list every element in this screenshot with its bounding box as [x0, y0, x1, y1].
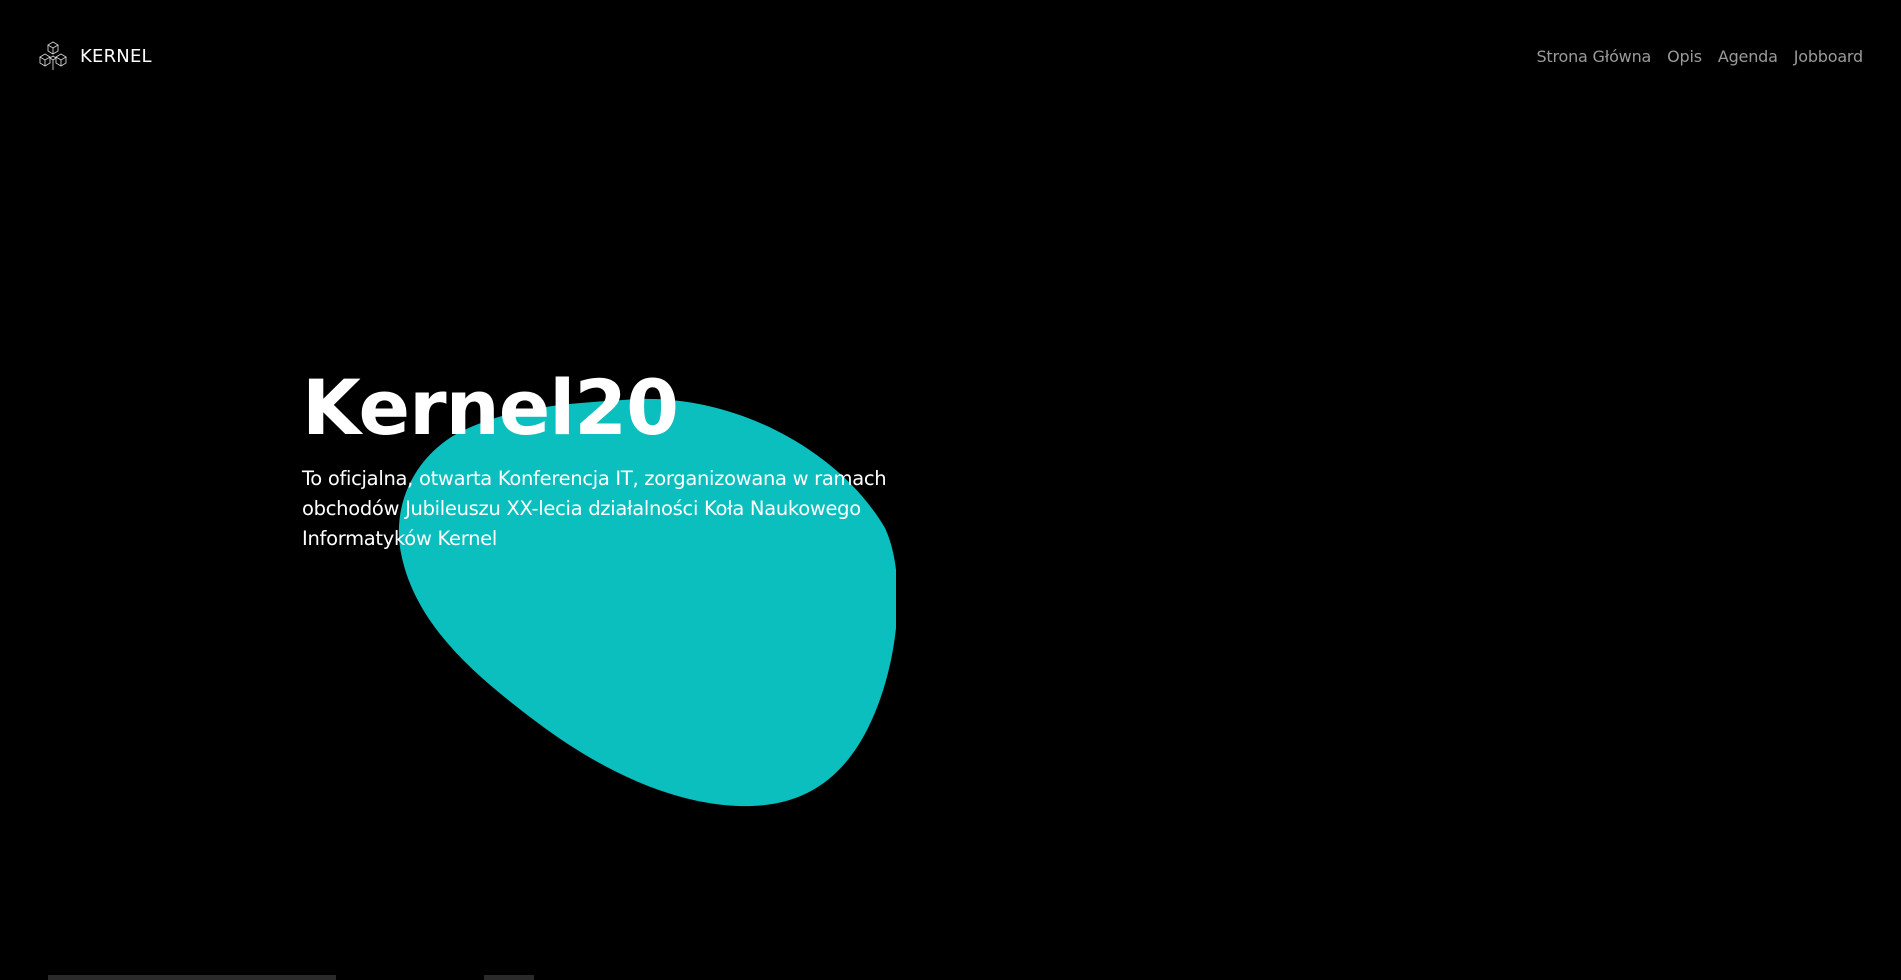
hero-description: To oficjalna, otwarta Konferencja IT, zo…: [302, 467, 887, 550]
main-nav: Strona Główna Opis Agenda Jobboard: [1536, 47, 1863, 66]
page: KERNEL Strona Główna Opis Agenda Jobboar…: [0, 0, 1901, 980]
site-header: KERNEL Strona Główna Opis Agenda Jobboar…: [0, 0, 1901, 112]
bottom-edge-element: [484, 975, 534, 980]
hero-section: Kernel20 To oficjalna, otwarta Konferenc…: [302, 362, 942, 554]
nav-item-jobboard[interactable]: Jobboard: [1794, 47, 1863, 66]
hero-title: Kernel20: [302, 363, 679, 452]
nav-item-strona-glowna[interactable]: Strona Główna: [1536, 47, 1651, 66]
nav-item-agenda[interactable]: Agenda: [1718, 47, 1778, 66]
brand-link[interactable]: KERNEL: [36, 39, 152, 73]
nav-item-opis[interactable]: Opis: [1667, 47, 1702, 66]
kernel-logo-icon: [36, 39, 70, 73]
brand-name: KERNEL: [80, 45, 152, 67]
bottom-edge-element: [48, 975, 336, 980]
